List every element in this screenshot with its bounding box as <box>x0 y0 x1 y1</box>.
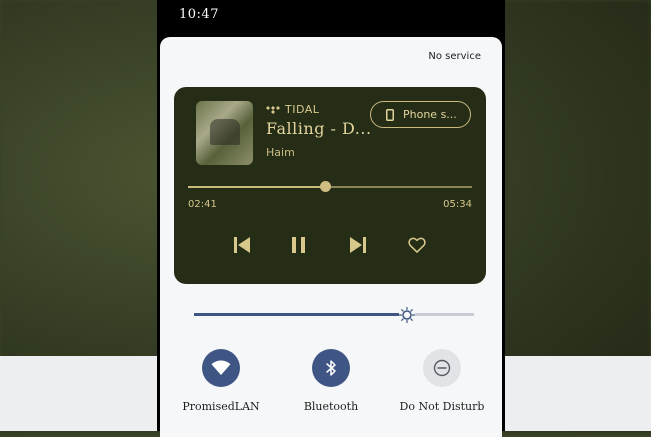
brightness-sun-icon <box>398 306 415 324</box>
skip-next-icon <box>350 237 366 253</box>
bluetooth-icon <box>326 360 336 376</box>
carrier-status: No service <box>428 51 481 62</box>
pause-icon <box>292 237 305 253</box>
do-not-disturb-icon <box>433 359 451 377</box>
song-title: Falling - D... <box>266 119 372 138</box>
artist-name: Haim <box>266 146 295 159</box>
total-duration: 05:34 <box>443 199 472 210</box>
tile-wifi[interactable]: PromisedLAN <box>161 349 281 413</box>
tile-bluetooth[interactable]: Bluetooth <box>271 349 391 413</box>
brightness-thumb[interactable] <box>398 306 415 324</box>
bluetooth-toggle[interactable] <box>312 349 350 387</box>
seek-bar[interactable] <box>188 181 472 192</box>
seek-bar-progress <box>188 186 325 188</box>
tidal-logo-icon <box>266 105 280 114</box>
tile-do-not-disturb[interactable]: Do Not Disturb <box>382 349 502 413</box>
tile-wifi-label: PromisedLAN <box>182 400 260 413</box>
tile-bluetooth-label: Bluetooth <box>303 400 359 413</box>
wifi-icon <box>211 360 231 375</box>
previous-track-button[interactable] <box>230 233 254 257</box>
output-device-button[interactable]: Phone s... <box>370 101 471 128</box>
phone-icon <box>386 108 394 121</box>
tile-do-not-disturb-label: Do Not Disturb <box>399 400 485 413</box>
next-track-button[interactable] <box>346 233 370 257</box>
status-bar-time: 10:47 <box>179 7 219 22</box>
skip-previous-icon <box>234 237 250 253</box>
pause-button[interactable] <box>287 233 311 257</box>
wifi-toggle[interactable] <box>202 349 240 387</box>
media-player-card[interactable]: TIDAL Falling - D... Haim Phone s... 02:… <box>174 87 486 284</box>
brightness-track <box>194 306 474 324</box>
output-device-label: Phone s... <box>403 108 457 121</box>
seek-bar-thumb[interactable] <box>319 181 331 192</box>
media-provider: TIDAL <box>266 103 319 116</box>
heart-outline-icon <box>408 237 426 253</box>
do-not-disturb-toggle[interactable] <box>423 349 461 387</box>
brightness-level <box>194 313 407 316</box>
provider-name: TIDAL <box>285 103 320 116</box>
phone-screen: 10:47 No service TIDAL Falling - D... Ha… <box>157 0 505 437</box>
like-button[interactable] <box>405 233 429 257</box>
quick-settings-panel: No service TIDAL Falling - D... Haim Pho… <box>160 37 502 437</box>
elapsed-time: 02:41 <box>188 199 217 210</box>
brightness-slider[interactable] <box>194 306 474 324</box>
album-art <box>196 101 253 165</box>
